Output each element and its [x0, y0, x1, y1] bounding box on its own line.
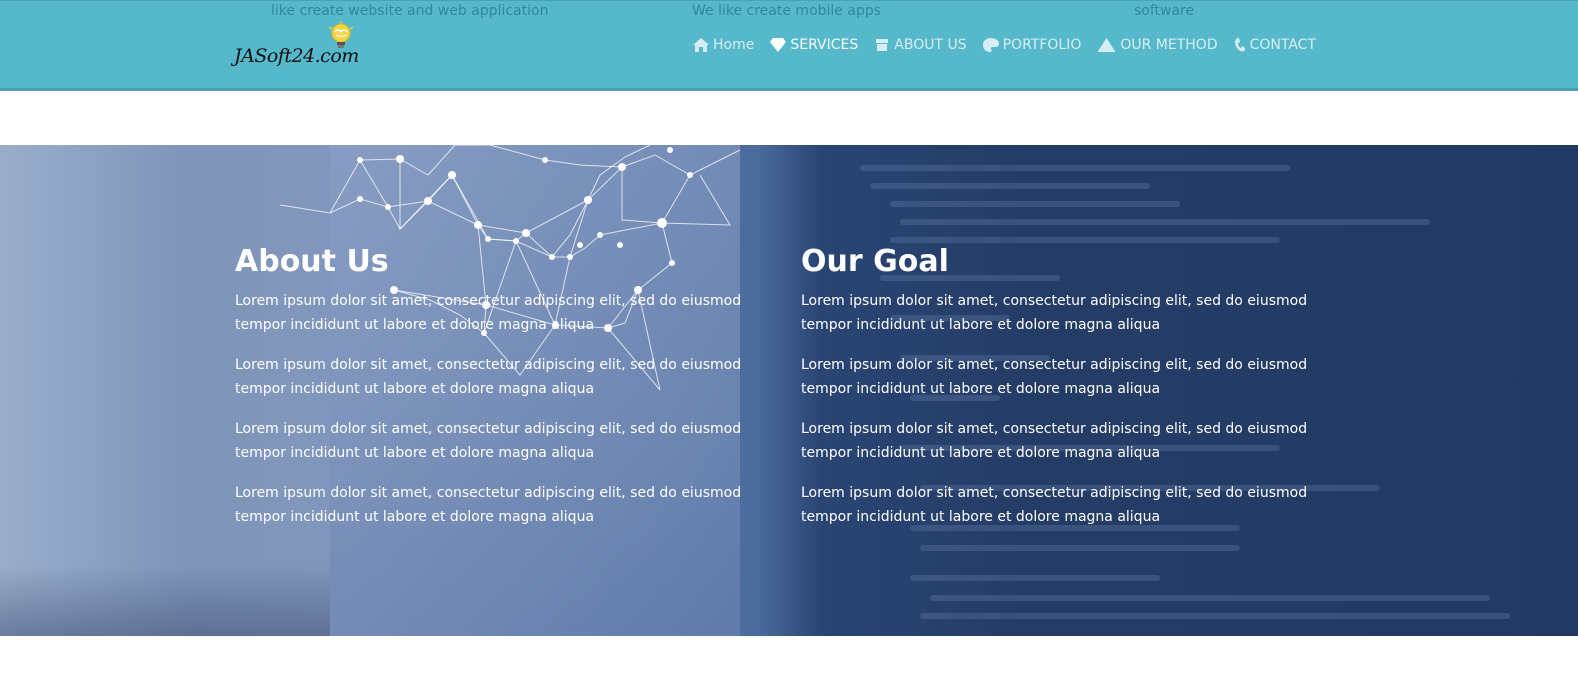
goal-paragraph: Lorem ipsum dolor sit amet, consectetur … — [801, 485, 1308, 525]
nav-services-label: SERVICES — [790, 37, 859, 53]
nav-about-label: ABOUT US — [894, 37, 967, 53]
home-icon — [693, 38, 709, 52]
nav-method-label: OUR METHOD — [1120, 37, 1218, 53]
nav-our-method[interactable]: OUR METHOD — [1097, 37, 1218, 53]
mountain-icon — [1097, 38, 1116, 52]
nav-contact[interactable]: CONTACT — [1234, 37, 1316, 53]
about-paragraph: Lorem ipsum dolor sit amet, consectetur … — [235, 485, 742, 525]
lightbulb-icon — [328, 21, 354, 48]
about-paragraph: Lorem ipsum dolor sit amet, consectetur … — [235, 421, 742, 461]
tagline-web: like create website and web application — [271, 3, 549, 19]
tagline-mobile: We like create mobile apps — [692, 3, 882, 19]
goal-title: Our Goal — [801, 244, 949, 279]
about-section: About Us Lorem ipsum dolor sit amet, con… — [0, 145, 1578, 636]
nav-home-label: Home — [713, 37, 755, 53]
nav-home[interactable]: Home — [693, 37, 754, 53]
logo[interactable]: JASoft24.com — [234, 21, 364, 77]
phone-icon — [1234, 38, 1245, 52]
goal-paragraph: Lorem ipsum dolor sit amet, consectetur … — [801, 357, 1308, 397]
about-title: About Us — [235, 244, 389, 279]
nav-about-us[interactable]: ABOUT US — [874, 37, 967, 53]
diamond-icon — [770, 38, 787, 52]
palette-icon — [982, 38, 999, 52]
main-nav: Home SERVICES ABOUT US PORTFOLIO OUR MET… — [693, 37, 1316, 53]
graduation-cap-icon — [876, 39, 889, 51]
nav-services[interactable]: SERVICES — [770, 37, 858, 53]
navbar: like create website and web application … — [0, 0, 1578, 91]
goal-paragraph: Lorem ipsum dolor sit amet, consectetur … — [801, 293, 1308, 333]
nav-contact-label: CONTACT — [1249, 37, 1316, 53]
nav-portfolio[interactable]: PORTFOLIO — [982, 37, 1082, 53]
about-column: About Us Lorem ipsum dolor sit amet, con… — [235, 245, 765, 545]
goal-column: Our Goal Lorem ipsum dolor sit amet, con… — [801, 245, 1331, 545]
background-shadow — [0, 565, 330, 636]
nav-portfolio-label: PORTFOLIO — [1002, 37, 1082, 53]
goal-paragraph: Lorem ipsum dolor sit amet, consectetur … — [801, 421, 1308, 461]
about-paragraph: Lorem ipsum dolor sit amet, consectetur … — [235, 357, 742, 397]
tagline-software: software — [1134, 3, 1195, 19]
about-paragraph: Lorem ipsum dolor sit amet, consectetur … — [235, 293, 742, 333]
